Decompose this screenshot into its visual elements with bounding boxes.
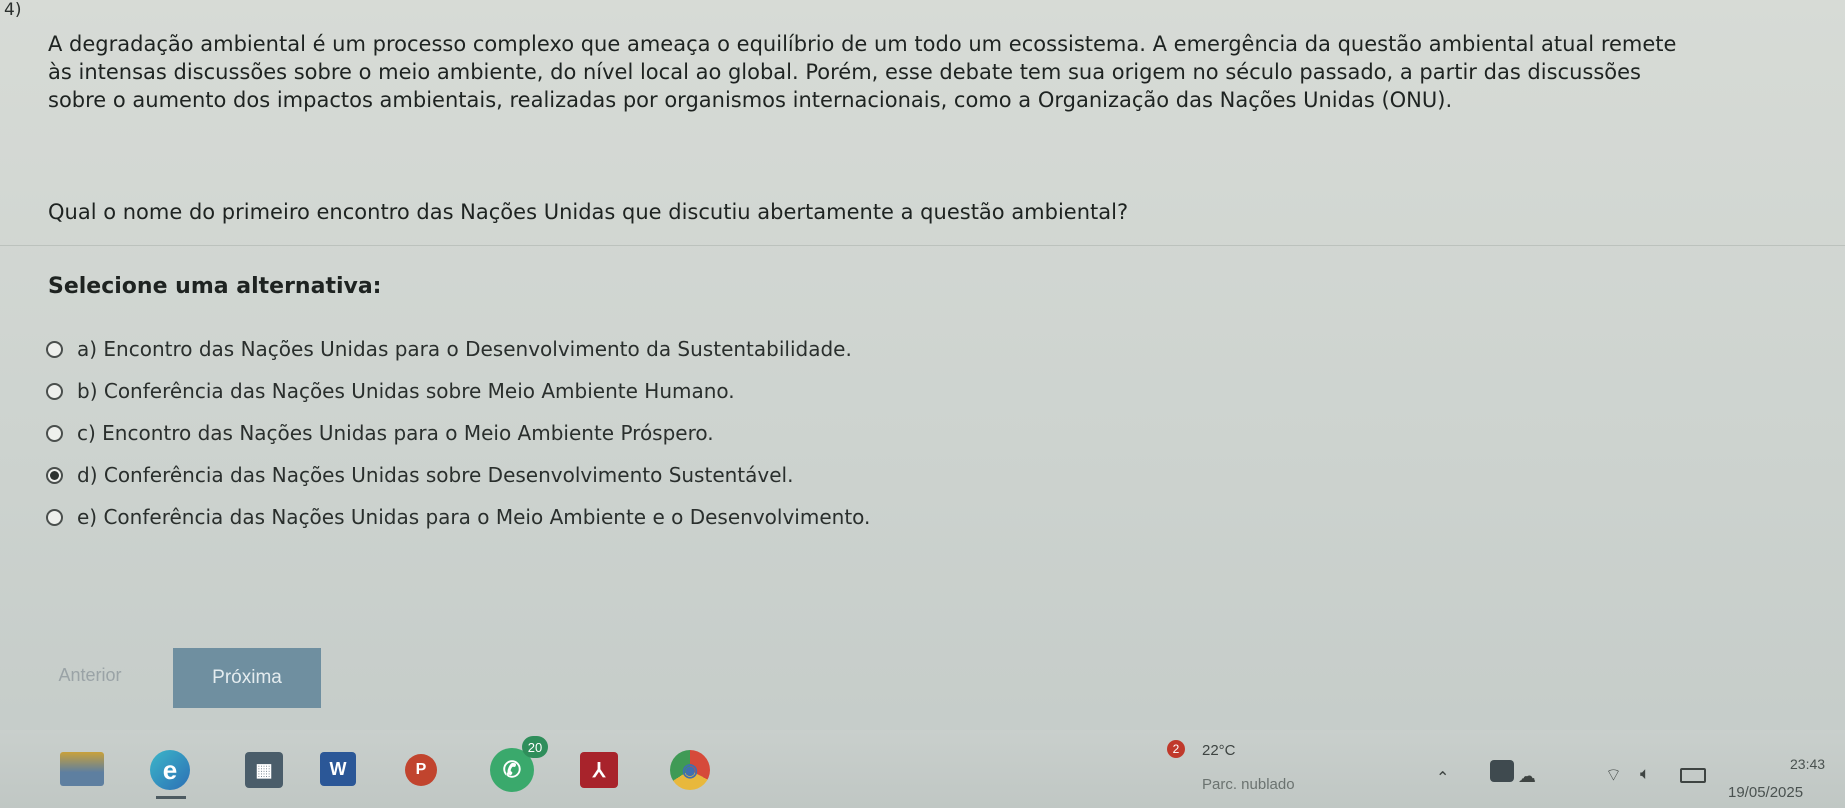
option-c[interactable]: c) Encontro das Nações Unidas para o Mei… xyxy=(46,419,870,447)
wifi-icon[interactable]: ⌔ xyxy=(1605,764,1622,787)
option-b[interactable]: b) Conferência das Nações Unidas sobre M… xyxy=(46,377,870,405)
divider xyxy=(0,245,1845,246)
previous-button[interactable]: Anterior xyxy=(30,655,150,695)
active-app-indicator xyxy=(156,796,186,799)
weather-description[interactable]: Parc. nublado xyxy=(1202,776,1295,793)
radio-button-selected[interactable] xyxy=(46,466,63,484)
quiz-page: 4) A degradação ambiental é um processo … xyxy=(0,0,1845,730)
option-label: d) Conferência das Nações Unidas sobre D… xyxy=(77,463,794,487)
file-explorer-icon[interactable] xyxy=(60,752,104,786)
clock-date[interactable]: 19/05/2025 xyxy=(1728,784,1803,801)
calculator-icon[interactable]: ▦ xyxy=(245,752,283,788)
question-text-line: sobre o aumento dos impactos ambientais,… xyxy=(48,88,1453,112)
weather-badge: 2 xyxy=(1167,740,1185,758)
notification-badge: 20 xyxy=(522,736,548,758)
option-label: e) Conferência das Nações Unidas para o … xyxy=(77,505,871,529)
clock-time[interactable]: 23:43 xyxy=(1790,756,1825,772)
battery-icon[interactable] xyxy=(1680,768,1706,783)
option-e[interactable]: e) Conferência das Nações Unidas para o … xyxy=(46,503,870,531)
weather-temperature[interactable]: 22°C xyxy=(1202,742,1236,759)
taskbar: e ▦ W P ✆ 20 ⅄ ◉ 2 22°C Parc. nublado ⌃ … xyxy=(0,730,1845,808)
question-text-line: às intensas discussões sobre o meio ambi… xyxy=(48,60,1641,84)
question-number: 4) xyxy=(4,0,22,20)
question-text-line: A degradação ambiental é um processo com… xyxy=(48,32,1677,56)
app-tray-icon[interactable] xyxy=(1490,760,1514,782)
radio-button[interactable] xyxy=(46,424,63,442)
word-icon[interactable]: W xyxy=(320,752,356,786)
radio-dot xyxy=(50,470,59,480)
option-label: c) Encontro das Nações Unidas para o Mei… xyxy=(77,421,714,445)
edge-icon[interactable]: e xyxy=(150,750,190,790)
radio-button[interactable] xyxy=(46,382,63,400)
option-label: a) Encontro das Nações Unidas para o Des… xyxy=(77,337,852,361)
acrobat-icon[interactable]: ⅄ xyxy=(580,752,618,788)
speaker-icon[interactable]: 🔈︎ xyxy=(1640,764,1650,784)
onedrive-icon[interactable]: ☁ xyxy=(1518,766,1536,787)
question-prompt: Qual o nome do primeiro encontro das Naç… xyxy=(48,200,1129,224)
chrome-icon[interactable]: ◉ xyxy=(670,750,710,790)
radio-button[interactable] xyxy=(46,340,63,358)
options-list: a) Encontro das Nações Unidas para o Des… xyxy=(46,335,870,545)
option-d[interactable]: d) Conferência das Nações Unidas sobre D… xyxy=(46,461,870,489)
option-a[interactable]: a) Encontro das Nações Unidas para o Des… xyxy=(46,335,870,363)
powerpoint-icon[interactable]: P xyxy=(405,754,437,786)
next-button[interactable]: Próxima xyxy=(173,648,321,708)
radio-button[interactable] xyxy=(46,508,63,526)
option-label: b) Conferência das Nações Unidas sobre M… xyxy=(77,379,735,403)
question-text: A degradação ambiental é um processo com… xyxy=(48,30,1828,114)
select-label: Selecione uma alternativa: xyxy=(48,274,382,299)
chevron-up-icon[interactable]: ⌃ xyxy=(1436,768,1449,787)
